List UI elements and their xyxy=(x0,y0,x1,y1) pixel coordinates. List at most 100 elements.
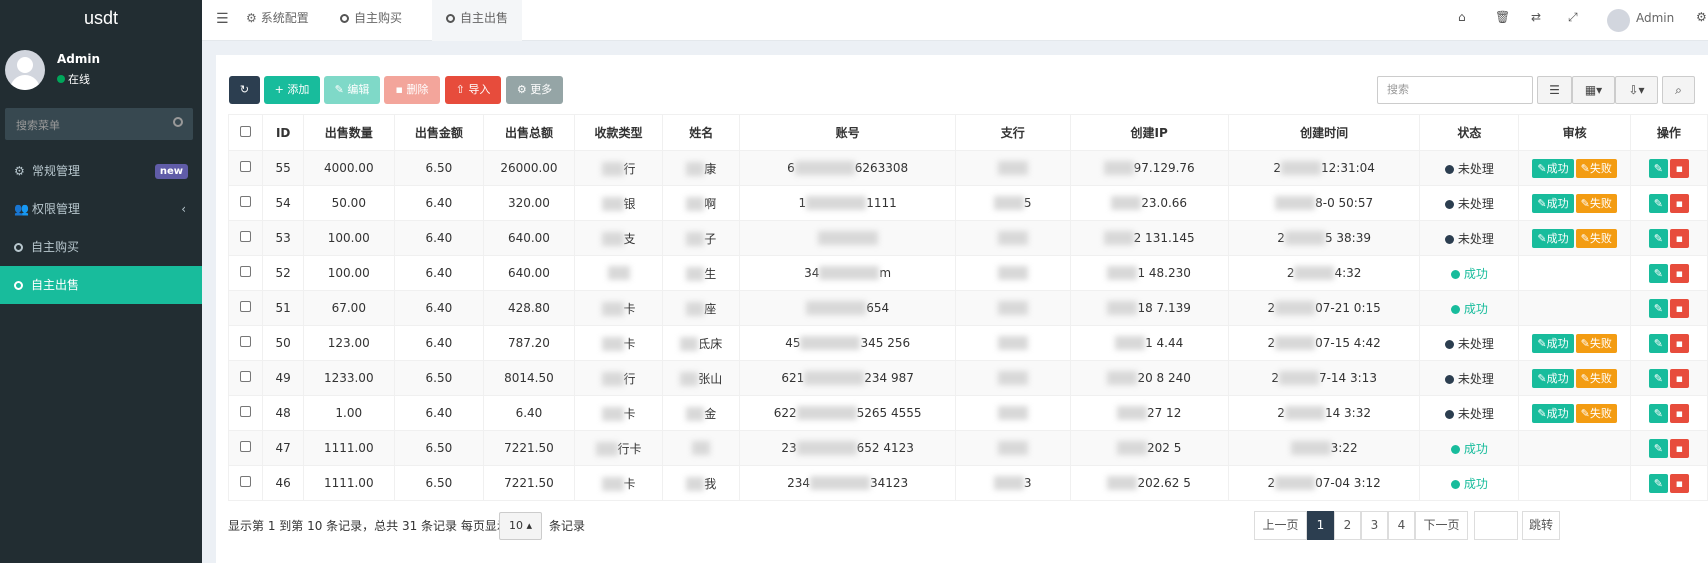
import-button[interactable]: ⇧ 导入 xyxy=(445,76,501,104)
next-page-button[interactable]: 下一页 xyxy=(1415,511,1468,540)
row-select-cell[interactable] xyxy=(227,430,264,466)
sidebar-item-buy[interactable]: 自主购买 xyxy=(0,228,202,266)
delete-row-button[interactable]: ▪ xyxy=(1669,228,1689,248)
add-button[interactable]: + 添加 xyxy=(264,76,320,104)
column-header[interactable]: 收款类型 xyxy=(573,114,664,151)
edit-row-button[interactable]: ✎ xyxy=(1648,228,1668,248)
tab-system-config[interactable]: ⚙ 系统配置 xyxy=(232,0,323,41)
delete-button[interactable]: ▪ 删除 xyxy=(384,76,440,104)
row-checkbox[interactable] xyxy=(240,371,252,382)
table-row[interactable]: 46 1111.00 6.50 7221.50 卡 我 234 34123 3 202.62 5 2… xyxy=(227,465,1708,501)
prev-page-button[interactable]: 上一页 xyxy=(1254,511,1307,540)
table-search-input[interactable]: 搜索 xyxy=(1377,76,1533,104)
column-header[interactable]: 状态 xyxy=(1419,114,1520,151)
tab-sell[interactable]: 自主出售 xyxy=(432,0,523,41)
row-checkbox[interactable] xyxy=(240,406,252,417)
edit-row-button[interactable]: ✎ xyxy=(1648,193,1668,213)
delete-row-button[interactable]: ▪ xyxy=(1669,298,1689,318)
sidebar-item-general[interactable]: ⚙ 常规管理 new xyxy=(0,152,202,190)
edit-row-button[interactable]: ✎ xyxy=(1648,473,1668,493)
column-header[interactable]: 账号 xyxy=(739,114,956,151)
refresh-button[interactable]: ↻ xyxy=(229,76,260,104)
tab-buy[interactable]: 自主购买 xyxy=(326,0,416,41)
approve-button[interactable]: ✎成功 xyxy=(1532,193,1574,213)
column-header[interactable]: 审核 xyxy=(1518,114,1631,151)
delete-row-button[interactable]: ▪ xyxy=(1669,333,1689,353)
approve-button[interactable]: ✎成功 xyxy=(1532,333,1574,353)
table-row[interactable]: 52 100.00 6.40 640.00 生 34 m 1 48.230 2 4:32 成功 ✎ ▪ xyxy=(227,255,1708,291)
header-user-name[interactable]: Admin xyxy=(1636,11,1674,25)
column-header[interactable]: 姓名 xyxy=(662,114,741,151)
sidebar-item-permission[interactable]: 👥 权限管理 ‹ xyxy=(0,190,202,228)
select-all-checkbox[interactable] xyxy=(240,125,252,137)
delete-row-button[interactable]: ▪ xyxy=(1669,438,1689,458)
delete-row-button[interactable]: ▪ xyxy=(1669,158,1689,178)
reject-button[interactable]: ✎失败 xyxy=(1575,333,1617,353)
fullscreen-icon[interactable]: ⤢ xyxy=(1568,10,1578,25)
edit-row-button[interactable]: ✎ xyxy=(1648,298,1668,318)
translate-icon[interactable]: ⇄ xyxy=(1531,10,1541,24)
column-header[interactable]: 操作 xyxy=(1629,114,1708,151)
row-checkbox[interactable] xyxy=(240,336,252,347)
page-3-button[interactable]: 3 xyxy=(1361,511,1388,540)
delete-row-button[interactable]: ▪ xyxy=(1669,368,1689,388)
table-row[interactable]: 50 123.00 6.40 787.20 卡 氐床 45 345 256 1 4.44 2 07-… xyxy=(227,325,1708,361)
columns-button[interactable]: ▦▾ xyxy=(1572,76,1615,104)
row-checkbox[interactable] xyxy=(240,441,252,452)
edit-row-button[interactable]: ✎ xyxy=(1648,158,1668,178)
trash-icon[interactable]: 🗑 xyxy=(1495,10,1510,24)
column-header[interactable]: 创建时间 xyxy=(1227,114,1421,151)
row-checkbox[interactable] xyxy=(240,476,252,487)
table-row[interactable]: 53 100.00 6.40 640.00 支 子 2 131.145 2 5 38:39 未处理… xyxy=(227,220,1708,256)
column-header[interactable]: 出售数量 xyxy=(302,114,395,151)
select-all-cell[interactable] xyxy=(227,114,264,151)
row-checkbox[interactable] xyxy=(240,301,252,312)
approve-button[interactable]: ✎成功 xyxy=(1532,158,1574,178)
sidebar-search-input[interactable]: 搜索菜单 xyxy=(5,108,193,140)
approve-button[interactable]: ✎成功 xyxy=(1532,228,1574,248)
table-row[interactable]: 54 50.00 6.40 320.00 银啊 1 1111 5 23.0.66 8-0 50:5… xyxy=(227,185,1708,221)
row-select-cell[interactable] xyxy=(227,220,264,256)
edit-row-button[interactable]: ✎ xyxy=(1648,263,1668,283)
delete-row-button[interactable]: ▪ xyxy=(1669,263,1689,283)
reject-button[interactable]: ✎失败 xyxy=(1575,403,1617,423)
edit-button[interactable]: ✎ 编辑 xyxy=(324,76,380,104)
reject-button[interactable]: ✎失败 xyxy=(1575,368,1617,388)
table-row[interactable]: 48 1.00 6.40 6.40 卡金 622 5265 4555 27 12 2 14 3:3… xyxy=(227,395,1708,431)
row-select-cell[interactable] xyxy=(227,185,264,221)
table-row[interactable]: 49 1233.00 6.50 8014.50 行 张山 621 234 987 20 8 24… xyxy=(227,360,1708,396)
toggle-view-button[interactable]: ☰ xyxy=(1537,76,1572,104)
advanced-search-button[interactable]: ⌕ xyxy=(1662,76,1695,104)
per-page-select[interactable]: 10 ▴ xyxy=(499,512,542,540)
delete-row-button[interactable]: ▪ xyxy=(1669,403,1689,423)
row-select-cell[interactable] xyxy=(227,290,264,326)
delete-row-button[interactable]: ▪ xyxy=(1669,473,1689,493)
header-avatar[interactable] xyxy=(1607,9,1630,32)
table-row[interactable]: 47 1111.00 6.50 7221.50 行卡 23 652 4123 202 5 3:2… xyxy=(227,430,1708,466)
row-checkbox[interactable] xyxy=(240,196,252,207)
page-4-button[interactable]: 4 xyxy=(1388,511,1415,540)
edit-row-button[interactable]: ✎ xyxy=(1648,438,1668,458)
column-header[interactable]: 支行 xyxy=(954,114,1071,151)
edit-row-button[interactable]: ✎ xyxy=(1648,368,1668,388)
column-header[interactable]: 出售金额 xyxy=(393,114,485,151)
gear-icon[interactable]: ⚙ xyxy=(1696,10,1707,24)
row-select-cell[interactable] xyxy=(227,325,264,361)
row-select-cell[interactable] xyxy=(227,150,264,186)
reject-button[interactable]: ✎失败 xyxy=(1575,228,1617,248)
approve-button[interactable]: ✎成功 xyxy=(1532,403,1574,423)
edit-row-button[interactable]: ✎ xyxy=(1648,333,1668,353)
column-header[interactable]: 创建IP xyxy=(1069,114,1229,151)
table-row[interactable]: 55 4000.00 6.50 26000.00 行 康 6 6263308 97.129.76… xyxy=(227,150,1708,186)
more-button[interactable]: ⚙ 更多 xyxy=(506,76,563,104)
row-checkbox[interactable] xyxy=(240,266,252,277)
page-1-button[interactable]: 1 xyxy=(1307,511,1334,540)
delete-row-button[interactable]: ▪ xyxy=(1669,193,1689,213)
reject-button[interactable]: ✎失败 xyxy=(1575,193,1617,213)
row-select-cell[interactable] xyxy=(227,465,264,501)
column-header[interactable]: 出售总额 xyxy=(483,114,575,151)
table-row[interactable]: 51 67.00 6.40 428.80 卡 座 654 18 7.139 2 07-21 0:1… xyxy=(227,290,1708,326)
row-select-cell[interactable] xyxy=(227,395,264,431)
menu-toggle-icon[interactable]: ☰ xyxy=(216,11,229,27)
export-button[interactable]: ⇩▾ xyxy=(1615,76,1658,104)
